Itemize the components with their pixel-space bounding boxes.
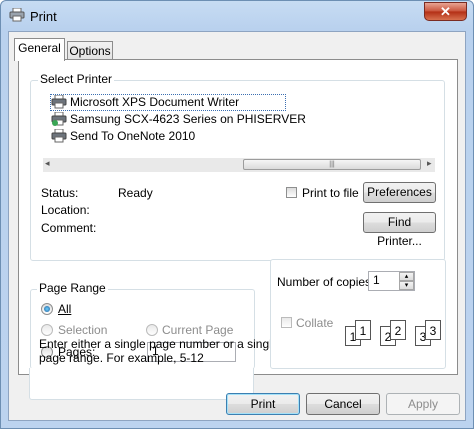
status-label: Status: <box>41 186 79 200</box>
spin-down-icon: ▾ <box>404 282 409 289</box>
tab-general[interactable]: General <box>14 38 65 61</box>
button-label: Apply <box>407 397 439 411</box>
printer-list[interactable]: Microsoft XPS Document Writer Samsung SC… <box>43 94 435 172</box>
window-title: Print <box>30 9 57 24</box>
scroll-left-icon[interactable]: ◂ <box>45 158 50 169</box>
collate-illustration: 1 1 2 2 3 3 <box>345 318 441 354</box>
current-page-label: Current Page <box>162 323 234 337</box>
print-button[interactable]: Print <box>226 393 300 415</box>
tab-options[interactable]: Options <box>67 41 113 61</box>
page-range-help-line-2: page range. For example, 5-12 <box>39 351 204 365</box>
print-to-file-label[interactable]: Print to file <box>302 186 359 200</box>
selection-label: Selection <box>58 323 108 337</box>
printer-list-scrollbar[interactable]: ◂ ||| ▸ <box>43 158 435 172</box>
preferences-button[interactable]: Preferences <box>363 182 436 203</box>
printer-item-xps[interactable]: Microsoft XPS Document Writer <box>50 94 286 111</box>
close-icon: ✕ <box>440 4 451 19</box>
copies-spin-down[interactable]: ▾ <box>399 281 414 290</box>
copies-spin-up[interactable]: ▴ <box>399 272 414 281</box>
find-printer-button[interactable]: Find Printer... <box>363 212 436 248</box>
printer-name: Microsoft XPS Document Writer <box>70 95 240 109</box>
title-bar[interactable]: Print ✕ <box>1 1 473 31</box>
close-button[interactable]: ✕ <box>424 2 467 21</box>
collate-page-icon: 1 <box>355 320 371 340</box>
all-label[interactable]: All <box>58 302 71 316</box>
printer-name: Samsung SCX-4623 Series on PHISERVER <box>70 112 306 126</box>
printer-icon <box>9 8 25 22</box>
page-range-help-line-1: Enter either a single page number or a s… <box>39 337 279 351</box>
collate-page-number: 1 <box>359 324 367 338</box>
printer-name: Send To OneNote 2010 <box>70 129 196 143</box>
selection-radio[interactable] <box>41 324 53 336</box>
printer-icon <box>51 129 67 143</box>
button-label: Preferences <box>367 185 432 199</box>
collate-page-number: 3 <box>429 324 437 338</box>
collate-page-icon: 2 <box>390 320 406 340</box>
copies-input-value: 1 <box>373 273 380 287</box>
select-printer-label: Select Printer <box>38 72 115 86</box>
collate-page-icon: 3 <box>425 320 441 340</box>
current-page-radio[interactable] <box>146 324 158 336</box>
button-label: Print <box>250 397 276 411</box>
page-range-group-bottom <box>29 368 254 400</box>
printer-icon <box>51 95 67 109</box>
spin-up-icon: ▴ <box>404 273 409 280</box>
tab-label: Options <box>69 44 111 58</box>
apply-button[interactable]: Apply <box>386 393 460 415</box>
scroll-grip: ||| <box>329 161 335 168</box>
dialog-client-area: General Options Select Printer Microsoft… <box>8 31 466 421</box>
print-dialog: Print ✕ General Options Select Printer M… <box>0 0 474 429</box>
collate-page-number: 2 <box>394 324 402 338</box>
copies-label: Number of copies: <box>277 275 375 289</box>
page-range-label: Page Range <box>37 281 108 295</box>
comment-label: Comment: <box>41 221 97 235</box>
all-radio[interactable] <box>41 303 53 315</box>
tab-label: General <box>18 41 61 55</box>
location-label: Location: <box>41 203 90 217</box>
button-label: Find Printer... <box>377 215 422 248</box>
scroll-right-icon[interactable]: ▸ <box>427 158 432 169</box>
collate-label: Collate <box>296 316 334 330</box>
button-label: Cancel <box>324 397 362 411</box>
network-printer-icon <box>51 112 67 126</box>
scroll-thumb[interactable]: ||| <box>243 159 421 170</box>
cancel-button[interactable]: Cancel <box>306 393 380 415</box>
print-to-file-checkbox[interactable] <box>286 187 297 198</box>
status-value: Ready <box>118 186 153 200</box>
collate-checkbox[interactable] <box>281 317 292 328</box>
